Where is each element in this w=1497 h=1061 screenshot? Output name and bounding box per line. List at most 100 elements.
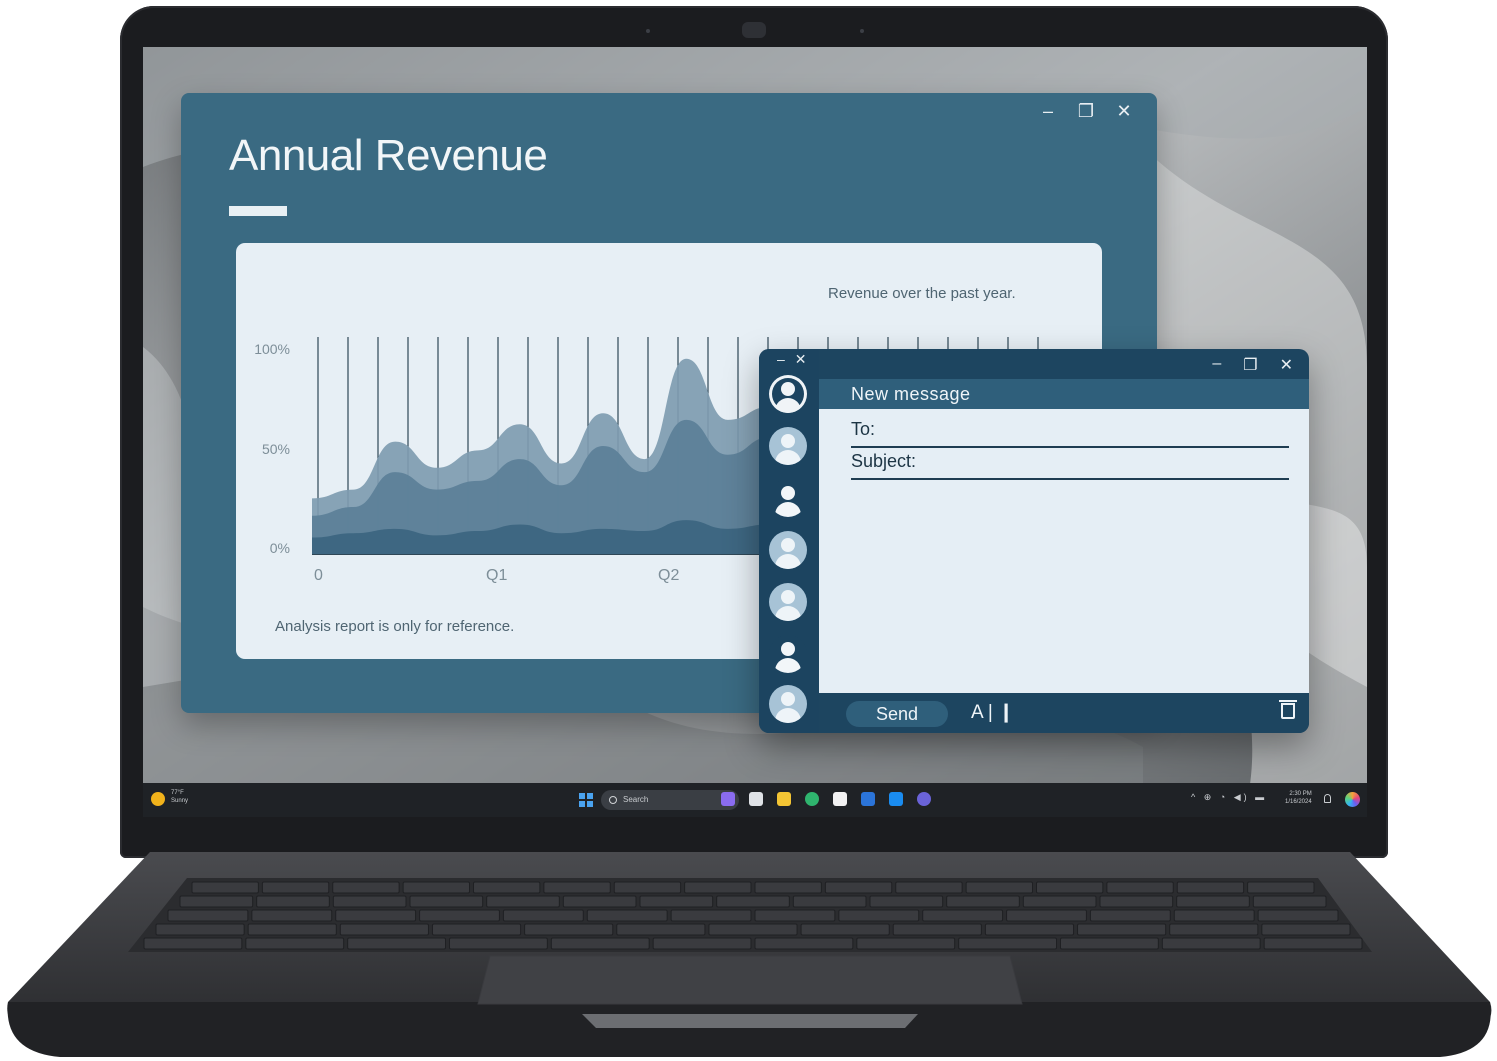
sidebar-close-button[interactable]: ✕ bbox=[795, 351, 807, 368]
contact-avatar-icon[interactable] bbox=[769, 375, 807, 413]
subject-field[interactable] bbox=[851, 478, 1289, 480]
y-tick-label: 0% bbox=[269, 540, 290, 556]
keyboard-key bbox=[347, 937, 446, 950]
keyboard-key bbox=[1169, 923, 1259, 936]
mail-minimize-button[interactable]: – bbox=[1212, 355, 1221, 375]
keyboard-key bbox=[419, 909, 500, 922]
keyboard-key bbox=[502, 909, 584, 922]
keyboard-key bbox=[167, 909, 249, 922]
close-button[interactable]: ✕ bbox=[1115, 101, 1133, 122]
contact-avatar-icon[interactable] bbox=[769, 635, 807, 673]
notification-bell-icon[interactable] bbox=[1324, 794, 1331, 803]
keyboard-key bbox=[984, 923, 1075, 936]
mail-title: New message bbox=[851, 384, 971, 404]
contact-avatar-icon[interactable] bbox=[769, 685, 807, 723]
keyboard-key bbox=[869, 895, 944, 908]
keyboard-key bbox=[754, 909, 836, 922]
keyboard-key bbox=[339, 923, 429, 936]
sidebar-controls: – ✕ bbox=[777, 351, 807, 368]
keyboard-key bbox=[892, 923, 982, 936]
title-underline bbox=[229, 206, 287, 216]
y-tick-label: 50% bbox=[261, 441, 290, 457]
clock[interactable]: 2:30 PM 1/16/2024 bbox=[1285, 790, 1312, 806]
send-button[interactable]: Send bbox=[846, 701, 948, 727]
keyboard-key bbox=[1022, 895, 1097, 908]
keyboard-key bbox=[335, 909, 417, 922]
mail-window: – ✕ – ❐ ✕ New message To: Subject: Send … bbox=[759, 349, 1309, 733]
keyboard-key bbox=[562, 895, 637, 908]
keyboard-key bbox=[1176, 895, 1250, 908]
keyboard-key bbox=[800, 923, 890, 936]
copilot-icon[interactable] bbox=[1345, 792, 1360, 807]
y-tick-label: 100% bbox=[254, 341, 290, 357]
format-attach-icons[interactable]: A | ❙ bbox=[971, 701, 1014, 724]
keyboard-key bbox=[247, 923, 337, 936]
keyboard-key bbox=[1247, 881, 1315, 894]
file-explorer-icon[interactable] bbox=[777, 792, 791, 806]
keyboard-key bbox=[179, 895, 254, 908]
clock-time: 2:30 PM bbox=[1289, 791, 1312, 797]
task-view-icon[interactable] bbox=[749, 792, 763, 806]
mail-window-controls: – ❐ ✕ bbox=[1212, 355, 1293, 375]
keyboard-key bbox=[332, 895, 407, 908]
to-field[interactable] bbox=[851, 446, 1289, 448]
keyboard-key bbox=[1261, 923, 1351, 936]
keyboard-key bbox=[1173, 909, 1255, 922]
contact-avatar-icon[interactable] bbox=[769, 479, 807, 517]
keyboard-key bbox=[1263, 937, 1363, 950]
to-label: To: bbox=[851, 419, 876, 439]
taskbar: 77°F Sunny Search ^ ⊕ ◔ ◀) ▬ 2:30 PM 1/1… bbox=[143, 783, 1367, 817]
start-icon[interactable] bbox=[579, 793, 593, 807]
taskbar-search-input[interactable]: Search bbox=[601, 790, 739, 810]
keyboard-key bbox=[684, 881, 752, 894]
screen: – ❐ ✕ Annual Revenue Revenue over the pa… bbox=[143, 47, 1367, 817]
keyboard-key bbox=[251, 909, 333, 922]
edge-browser-icon[interactable] bbox=[805, 792, 819, 806]
webcam bbox=[742, 22, 766, 38]
sensor-dot bbox=[860, 29, 864, 33]
contacts-sidebar: – ✕ bbox=[759, 349, 819, 733]
keyboard-key bbox=[716, 895, 790, 908]
keyboard-key bbox=[946, 895, 1020, 908]
contact-avatar-icon[interactable] bbox=[769, 583, 807, 621]
keyboard-key bbox=[1036, 881, 1104, 894]
keyboard-key bbox=[1060, 937, 1159, 950]
keyboard-key bbox=[708, 923, 798, 936]
keyboard-key bbox=[1006, 909, 1087, 922]
keyboard-key bbox=[586, 909, 668, 922]
keyboard-key bbox=[155, 923, 245, 936]
active-app-icon[interactable] bbox=[861, 792, 875, 806]
search-placeholder: Search bbox=[623, 795, 649, 804]
compose-area[interactable]: To: Subject: bbox=[819, 409, 1309, 693]
contact-avatar-icon[interactable] bbox=[769, 531, 807, 569]
keyboard-key bbox=[550, 937, 650, 950]
keyboard-key bbox=[613, 881, 682, 894]
store-icon[interactable] bbox=[833, 792, 847, 806]
keyboard-key bbox=[965, 881, 1033, 894]
weather-text[interactable]: 77°F Sunny bbox=[171, 789, 188, 805]
mail-restore-button[interactable]: ❐ bbox=[1243, 355, 1257, 375]
system-tray-icons[interactable]: ^ ⊕ ◔ ◀) ▬ bbox=[1191, 792, 1267, 803]
keyboard-key bbox=[838, 909, 920, 922]
sidebar-minimize-button[interactable]: – bbox=[777, 351, 785, 368]
keyboard-key bbox=[1252, 895, 1327, 908]
laptop-base bbox=[7, 852, 1492, 1057]
keyboard-key bbox=[616, 923, 706, 936]
outlook-icon[interactable] bbox=[889, 792, 903, 806]
minimize-button[interactable]: – bbox=[1039, 101, 1057, 122]
keyboard-key bbox=[824, 881, 893, 894]
keyboard-key bbox=[524, 923, 614, 936]
contact-avatar-icon[interactable] bbox=[769, 427, 807, 465]
teams-icon[interactable] bbox=[917, 792, 931, 806]
restore-button[interactable]: ❐ bbox=[1077, 101, 1095, 122]
weather-icon[interactable] bbox=[151, 792, 165, 806]
search-icon bbox=[609, 796, 617, 804]
keyboard-key bbox=[402, 881, 470, 894]
keyboard-key bbox=[332, 881, 400, 894]
widgets-app-icon[interactable] bbox=[721, 792, 735, 806]
keyboard-key bbox=[245, 937, 345, 950]
keyboard-key bbox=[1106, 881, 1174, 894]
trash-icon[interactable] bbox=[1279, 700, 1297, 719]
mail-close-button[interactable]: ✕ bbox=[1280, 355, 1293, 375]
keyboard-key bbox=[639, 895, 714, 908]
